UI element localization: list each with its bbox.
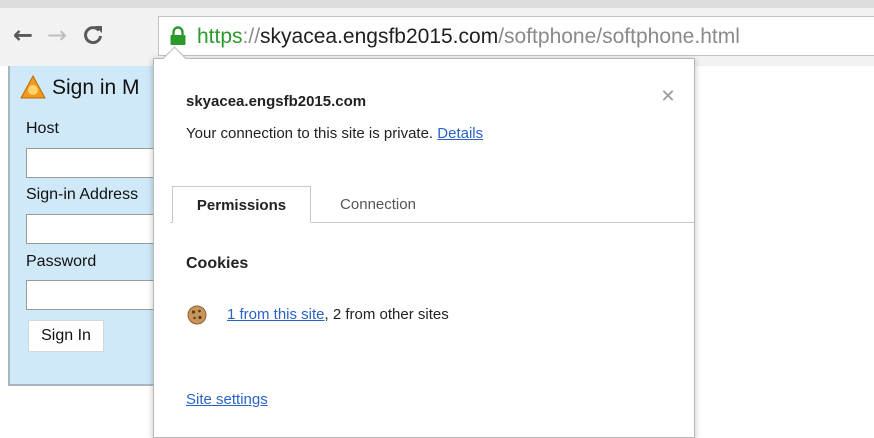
url-host: skyacea.engsfb2015.com [260,25,499,48]
cookies-summary: 1 from this site, 2 from other sites [227,306,449,323]
lock-icon[interactable] [169,26,187,46]
reload-icon[interactable] [80,20,106,50]
url-separator: :// [242,25,261,48]
connection-status-text: Your connection to this site is private. [186,125,434,142]
url-scheme: https [197,25,243,48]
cookie-icon [187,305,207,325]
cookies-other-sites: 2 from other sites [328,306,449,323]
cookies-heading: Cookies [186,255,249,272]
cookies-from-site-link[interactable]: 1 from this site [227,306,325,323]
tab-connection[interactable]: Connection [318,186,438,223]
url-text[interactable]: https://skyacea.engsfb2015.com/softphone… [197,22,740,52]
address-bar[interactable]: https://skyacea.engsfb2015.com/softphone… [158,16,874,56]
softphone-logo-icon [20,74,46,100]
details-link[interactable]: Details [437,125,483,142]
url-path: /softphone/softphone.html [498,25,740,48]
host-label: Host [26,120,59,137]
signin-button[interactable]: Sign In [28,320,104,352]
signin-address-label: Sign-in Address [26,186,139,203]
tab-permissions[interactable]: Permissions [172,186,311,223]
popup-site-name: skyacea.engsfb2015.com [186,93,367,110]
browser-toolbar: ← → https://skyacea.engsfb2015.com/softp… [0,0,874,66]
close-icon[interactable]: ✕ [658,87,678,107]
connection-status: Your connection to this site is private.… [186,125,483,142]
site-settings-link[interactable]: Site settings [186,391,268,408]
forward-arrow-icon[interactable]: → [44,20,70,50]
site-info-popup: skyacea.engsfb2015.com ✕ Your connection… [153,46,695,438]
password-label: Password [26,253,97,270]
signin-title: Sign in M [52,76,140,99]
back-arrow-icon[interactable]: ← [10,20,36,50]
toolbar-top-edge [0,0,874,8]
